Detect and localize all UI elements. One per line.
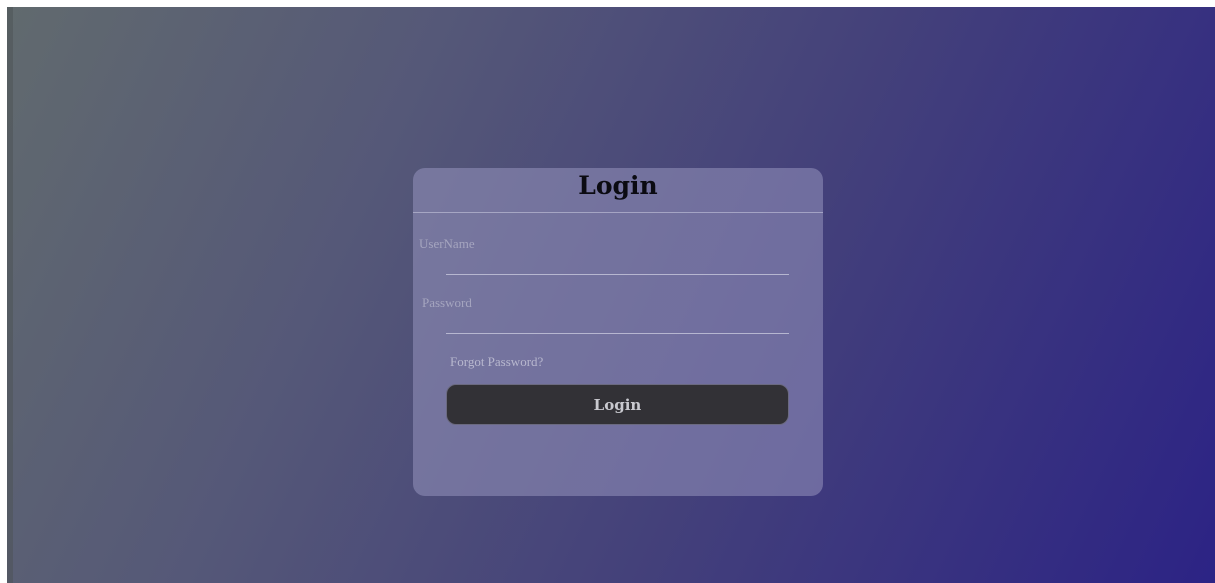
- left-edge-strip: [7, 7, 13, 583]
- username-input[interactable]: [446, 252, 789, 275]
- forgot-password-link[interactable]: Forgot Password?: [450, 354, 543, 370]
- login-title: Login: [578, 171, 658, 200]
- password-label: Password: [422, 295, 472, 310]
- login-card: Login UserName Password Forgot Password?…: [413, 168, 823, 496]
- username-label: UserName: [419, 236, 475, 251]
- password-input[interactable]: [446, 311, 789, 334]
- login-button[interactable]: Login: [446, 384, 789, 425]
- title-divider: [413, 212, 823, 213]
- page-background: Login UserName Password Forgot Password?…: [7, 7, 1215, 583]
